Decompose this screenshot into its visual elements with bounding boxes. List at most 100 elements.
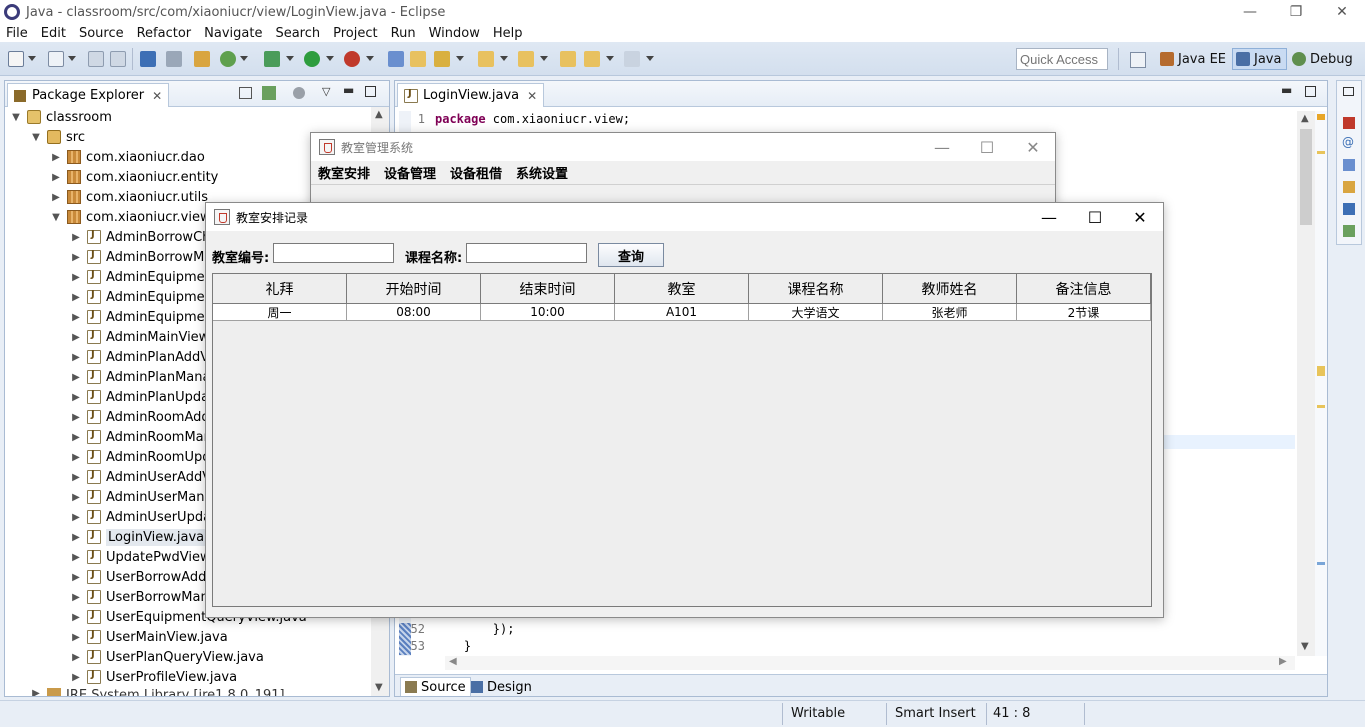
tree-file[interactable]: ▶ AdminPlanAddVie [71, 347, 220, 367]
maximize-button[interactable]: ❐ [1273, 0, 1319, 24]
tab-design[interactable]: Design [467, 677, 536, 696]
table-cell[interactable]: A101 [615, 304, 749, 321]
collapse-arrow-icon[interactable]: ▶ [71, 612, 81, 623]
menu-run[interactable]: Run [384, 26, 422, 41]
expand-arrow-icon[interactable]: ▼ [31, 132, 41, 143]
table-cell[interactable]: 08:00 [347, 304, 481, 321]
collapse-arrow-icon[interactable]: ▶ [71, 432, 81, 443]
close-button[interactable]: ✕ [1117, 203, 1163, 231]
maximize-view-icon[interactable] [1305, 86, 1316, 97]
close-button[interactable]: ✕ [1010, 133, 1056, 161]
tree-file[interactable]: ▶ UserBorrowMana [71, 587, 217, 607]
problems-icon[interactable] [1343, 117, 1355, 129]
collapse-arrow-icon[interactable]: ▶ [71, 392, 81, 403]
save-icon[interactable] [88, 51, 104, 67]
external-tools-icon[interactable] [344, 51, 360, 67]
tree-file[interactable]: ▶ UserMainView.java [71, 627, 228, 647]
maximize-button[interactable]: ☐ [1072, 203, 1118, 231]
prev-annotation-dropdown-icon[interactable] [540, 56, 548, 61]
table-cell[interactable]: 大学语文 [749, 304, 883, 321]
restore-icon[interactable] [1343, 87, 1354, 96]
refresh-dropdown-icon[interactable] [240, 56, 248, 61]
quick-access-input[interactable] [1016, 48, 1108, 70]
new-type-dropdown-icon[interactable] [68, 56, 76, 61]
outline-icon[interactable] [1343, 225, 1355, 237]
minimize-view-icon[interactable]: ▬ [343, 83, 354, 97]
room-number-input[interactable] [273, 243, 394, 263]
collapse-arrow-icon[interactable]: ▶ [71, 572, 81, 583]
next-annotation-dropdown-icon[interactable] [500, 56, 508, 61]
refresh-icon[interactable] [220, 51, 236, 67]
tree-file[interactable]: ▶AdminPlanUpdate [71, 387, 222, 407]
expand-arrow-icon[interactable]: ▼ [51, 212, 61, 223]
minimize-button[interactable]: — [1227, 0, 1273, 24]
focus-icon[interactable] [293, 87, 305, 99]
menu-equipment-management[interactable]: 设备管理 [377, 163, 443, 182]
run-dropdown-icon[interactable] [326, 56, 334, 61]
column-header[interactable]: 课程名称 [749, 274, 883, 304]
annotation-marker[interactable] [1317, 151, 1325, 154]
menu-edit[interactable]: Edit [34, 26, 72, 41]
scroll-down-icon[interactable]: ▼ [1301, 641, 1309, 652]
external-tools-dropdown-icon[interactable] [366, 56, 374, 61]
annotation-marker[interactable] [1317, 366, 1325, 376]
tab-loginview-java[interactable]: LoginView.java ✕ [397, 83, 545, 107]
table-cell[interactable]: 10:00 [481, 304, 615, 321]
editor-vertical-scrollbar[interactable]: ▲ ▼ [1297, 111, 1315, 656]
debug-dropdown-icon[interactable] [286, 56, 294, 61]
tab-source[interactable]: Source [400, 677, 471, 696]
search-view-icon[interactable] [1343, 181, 1355, 193]
declaration-icon[interactable] [1343, 159, 1355, 171]
collapse-arrow-icon[interactable]: ▶ [71, 552, 81, 563]
collapse-arrow-icon[interactable]: ▶ [71, 352, 81, 363]
tree-file[interactable]: ▶ AdminBorrowChe [71, 227, 218, 247]
collapse-arrow-icon[interactable]: ▶ [51, 152, 61, 163]
scroll-up-icon[interactable]: ▲ [1301, 113, 1309, 124]
collapse-arrow-icon[interactable]: ▶ [71, 252, 81, 263]
tree-file[interactable]: ▶ AdminUserAddVi [71, 467, 214, 487]
maximize-view-icon[interactable] [365, 86, 376, 97]
menu-project[interactable]: Project [326, 26, 383, 41]
close-button[interactable]: ✕ [1319, 0, 1365, 24]
collapse-arrow-icon[interactable]: ▶ [71, 472, 81, 483]
collapse-arrow-icon[interactable]: ▶ [71, 372, 81, 383]
menu-help[interactable]: Help [486, 26, 529, 41]
course-name-input[interactable] [466, 243, 587, 263]
scroll-up-icon[interactable]: ▲ [375, 109, 383, 120]
tree-package[interactable]: ▶ com.xiaoniucr.utils [51, 187, 208, 207]
tree-file[interactable]: ▶ UpdatePwdView.j [71, 547, 217, 567]
run-icon[interactable] [304, 51, 320, 67]
minimize-view-icon[interactable]: ▬ [1281, 83, 1292, 97]
debug-icon[interactable] [264, 51, 280, 67]
pencil-dropdown-icon[interactable] [456, 56, 464, 61]
next-annotation-icon[interactable] [478, 51, 494, 67]
column-header[interactable]: 教师姓名 [883, 274, 1017, 304]
open-type-icon[interactable] [388, 51, 404, 67]
editor-horizontal-scrollbar[interactable]: ◀ ▶ [445, 656, 1295, 670]
menu-classroom-schedule[interactable]: 教室安排 [311, 163, 377, 182]
tree-file[interactable]: ▶ UserPlanQueryView.java [71, 647, 264, 667]
forward-dropdown-icon[interactable] [646, 56, 654, 61]
last-edit-icon[interactable] [560, 51, 576, 67]
tree-package[interactable]: ▶ com.xiaoniucr.dao [51, 147, 205, 167]
javadoc-icon[interactable]: @ [1342, 135, 1354, 149]
menu-equipment-rental[interactable]: 设备租借 [443, 163, 509, 182]
back-dropdown-icon[interactable] [606, 56, 614, 61]
back-icon[interactable] [584, 51, 600, 67]
tree-package[interactable]: ▼ com.xiaoniucr.view [51, 207, 210, 227]
minimize-button[interactable]: — [1026, 203, 1072, 231]
collapse-arrow-icon[interactable]: ▶ [71, 672, 81, 683]
collapse-arrow-icon[interactable]: ▶ [71, 532, 81, 543]
tree-package[interactable]: ▶ com.xiaoniucr.entity [51, 167, 218, 187]
tree-file[interactable]: ▶ AdminUserManag [71, 487, 221, 507]
tree-file[interactable]: ▶ AdminBorrowMa [71, 247, 212, 267]
collapse-arrow-icon[interactable]: ▶ [71, 272, 81, 283]
tree-file[interactable]: ▶ AdminEquipment [71, 307, 218, 327]
column-header[interactable]: 备注信息 [1017, 274, 1151, 304]
menu-search[interactable]: Search [268, 26, 326, 41]
table-cell[interactable]: 2节课 [1017, 304, 1151, 321]
collapse-arrow-icon[interactable]: ▶ [71, 492, 81, 503]
collapse-arrow-icon[interactable]: ▶ [31, 688, 41, 696]
scroll-down-icon[interactable]: ▼ [375, 682, 383, 693]
column-header[interactable]: 礼拜 [213, 274, 347, 304]
